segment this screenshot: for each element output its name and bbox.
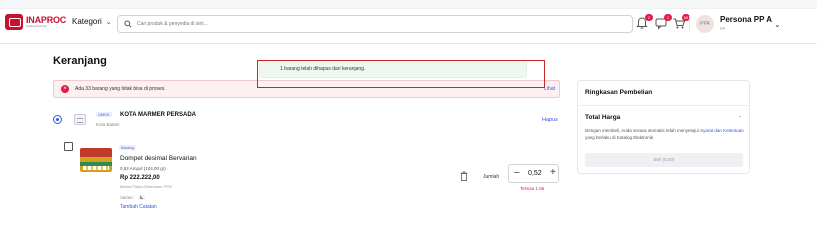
- variant-label: Varian:: [120, 195, 134, 200]
- summary-card: Ringkasan Pembelian Total Harga - Dengan…: [577, 80, 750, 174]
- terms-prefix: Dengan membeli, Anda secara otomatis tel…: [585, 128, 699, 133]
- store-name[interactable]: KOTA MARMER PERSADA: [120, 112, 196, 118]
- header-divider: [689, 16, 690, 32]
- item-checkbox[interactable]: [64, 142, 73, 151]
- summary-title: Ringkasan Pembelian: [585, 89, 653, 96]
- terms-text: Dengan membeli, Anda secara otomatis tel…: [585, 127, 750, 141]
- product-qty-info: 0,52 Ampul (104,00 gr): [120, 166, 166, 171]
- search-input[interactable]: [137, 21, 617, 27]
- buy-button[interactable]: Beli (0,00): [585, 153, 743, 167]
- product-image[interactable]: [80, 148, 112, 172]
- notification-badge: 2: [645, 14, 653, 21]
- cart-button[interactable]: 65: [672, 14, 690, 30]
- terms-suffix: yang berlaku di Katalog Elektronik.: [585, 135, 655, 140]
- error-icon: ×: [61, 85, 69, 93]
- chevron-down-icon: ⌄: [105, 18, 112, 26]
- search-icon: [124, 20, 132, 28]
- logo-icon: [5, 14, 23, 30]
- user-role: PP: [720, 26, 726, 31]
- logo[interactable]: INAPROC Katalog Elektronik: [5, 14, 66, 30]
- kategori-label: Kategori: [72, 17, 102, 26]
- add-note-link[interactable]: Tambah Catatan: [120, 204, 157, 210]
- user-name[interactable]: Persona PP A: [720, 15, 772, 24]
- decrement-button[interactable]: –: [514, 167, 520, 178]
- avatar[interactable]: PPA: [696, 15, 714, 33]
- store-icon: [74, 114, 86, 125]
- quantity-stepper: – 0,52 +: [508, 164, 559, 183]
- notification-button[interactable]: 2: [635, 14, 653, 30]
- product-name[interactable]: Dompet desimal Bervarian: [120, 155, 197, 162]
- delete-store-button[interactable]: Hapus: [542, 117, 558, 123]
- tax-note: Belum/Tidak Dikenakan PPN: [120, 184, 172, 189]
- increment-button[interactable]: +: [550, 167, 556, 178]
- quantity-label: Jumlah: [483, 174, 500, 180]
- store-badge: UMKK: [96, 112, 112, 117]
- search-bar[interactable]: [117, 15, 633, 33]
- store-location: Kota Batam: [96, 122, 120, 127]
- highlight-box: [257, 60, 545, 88]
- top-strip: [0, 0, 817, 9]
- quantity-value[interactable]: 0,52: [528, 170, 542, 177]
- logo-tagline: Katalog Elektronik: [26, 24, 47, 28]
- kategori-dropdown[interactable]: Kategori ⌄: [72, 17, 112, 26]
- terms-link[interactable]: Syarat dan Ketentuan: [700, 128, 744, 133]
- user-menu-chevron-icon[interactable]: ⌄: [774, 20, 781, 29]
- message-badge: 1: [664, 14, 672, 21]
- variant: Varian: L: [120, 195, 145, 200]
- alert-link[interactable]: Lihat: [544, 86, 555, 92]
- trash-icon[interactable]: [460, 171, 468, 181]
- summary-divider: [578, 105, 749, 106]
- stock-remaining: Tersisa 1.56: [520, 186, 545, 191]
- total-label: Total Harga: [585, 114, 621, 121]
- product-price: Rp 222.222,00: [120, 175, 160, 181]
- message-button[interactable]: 1: [654, 14, 672, 30]
- page-title: Keranjang: [53, 55, 107, 67]
- variant-value: L: [138, 195, 145, 200]
- store-radio[interactable]: [53, 115, 62, 124]
- header: INAPROC Katalog Elektronik Kategori ⌄ 2 …: [0, 10, 817, 44]
- item-type-badge: Barang: [119, 145, 136, 150]
- alert-message: Ada 33 barang yang tidak bisa di proses.: [75, 86, 166, 92]
- total-value: -: [739, 114, 741, 120]
